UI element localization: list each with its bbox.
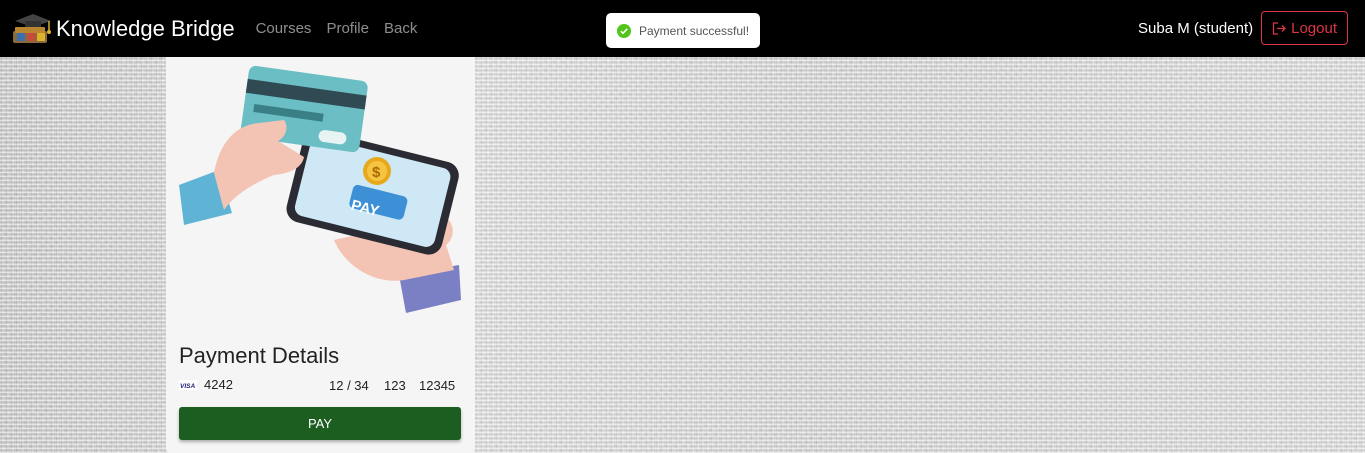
brand-logo-icon [13,13,51,43]
nav-link-courses[interactable]: Courses [256,20,312,37]
check-circle-icon [617,23,631,38]
payment-card: PAY $ Payment Details VISA 4242 12 / 34 … [166,57,475,453]
user-area: Suba M (student) Logout [1138,11,1348,45]
nav-links: Courses Profile Back [256,20,433,37]
nav-link-profile[interactable]: Profile [326,20,369,37]
card-zip-input[interactable]: 12345 [419,378,455,393]
payment-details-title: Payment Details [179,343,340,368]
payment-illustration: PAY $ [179,65,461,313]
nav-link-back[interactable]: Back [384,20,417,37]
card-number-input[interactable]: 4242 [204,377,233,392]
user-name: Suba M (student) [1138,19,1254,37]
card-cvc-input[interactable]: 123 [384,378,406,393]
card-input-row[interactable]: VISA 4242 12 / 34 123 12345 [179,377,461,395]
logout-label: Logout [1291,19,1337,37]
pay-button[interactable]: PAY [179,407,461,440]
logout-button[interactable]: Logout [1261,11,1348,45]
illustration-coin-text: $ [372,164,381,181]
toast-message: Payment successful! [639,23,750,38]
brand-title: Knowledge Bridge [56,15,235,41]
visa-label: VISA [180,383,195,390]
brand[interactable]: Knowledge Bridge [11,11,235,47]
logout-icon [1272,21,1287,35]
toast-notification: Payment successful! [606,13,760,48]
visa-card-icon: VISA [179,380,197,390]
card-expiry-input[interactable]: 12 / 34 [329,378,369,393]
